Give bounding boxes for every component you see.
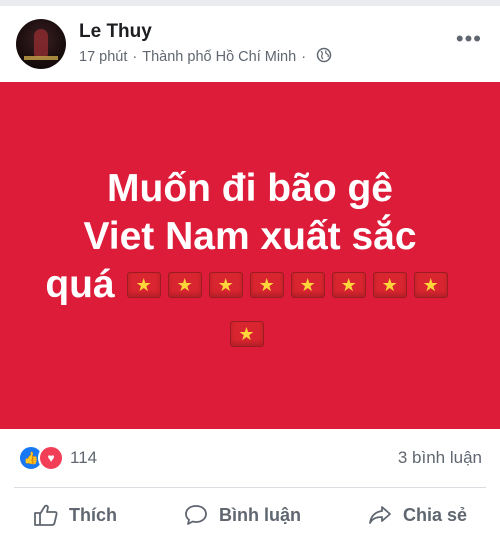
avatar-sign xyxy=(24,56,58,60)
action-bar: Thích Bình luận Chia sẻ xyxy=(0,488,500,542)
vietnam-flag-icon: ★ xyxy=(372,271,407,298)
reaction-summary[interactable]: 👍 ♥ 114 xyxy=(18,445,97,471)
share-button[interactable]: Chia sẻ xyxy=(367,503,467,527)
love-reaction-icon: ♥ xyxy=(38,445,64,471)
vietnam-flag-icon: ★ xyxy=(208,271,243,298)
post-subtitle: 17 phút · Thành phố Hồ Chí Minh · xyxy=(79,47,332,67)
vietnam-flag-icon: ★ xyxy=(126,271,161,298)
avatar-figure xyxy=(34,29,48,57)
comment-count-link[interactable]: 3 bình luận xyxy=(398,448,482,468)
vietnam-flag-icon: ★ xyxy=(413,271,448,298)
banner-line-2: Viet Nam xuất sắc xyxy=(83,214,417,258)
globe-icon xyxy=(316,47,332,67)
avatar[interactable] xyxy=(16,19,66,69)
post-header: Le Thuy 17 phút · Thành phố Hồ Chí Minh … xyxy=(0,6,500,82)
vietnam-flag-icon: ★ xyxy=(290,271,325,298)
share-icon xyxy=(369,506,391,524)
post-banner: Muốn đi bão gê Viet Nam xuất sắc quá ★ ★… xyxy=(0,82,500,429)
post-location[interactable]: Thành phố Hồ Chí Minh xyxy=(142,49,296,65)
comment-label: Bình luận xyxy=(218,504,301,525)
vietnam-flag-icon: ★ xyxy=(331,271,366,298)
vietnam-flag-icon: ★ xyxy=(249,271,284,298)
reaction-bar: 👍 ♥ 114 3 bình luận xyxy=(0,429,500,487)
more-options-icon[interactable]: ••• xyxy=(456,28,482,50)
post-meta: Le Thuy 17 phút · Thành phố Hồ Chí Minh … xyxy=(79,21,332,67)
author-name[interactable]: Le Thuy xyxy=(79,21,332,43)
separator-dot-2: · xyxy=(301,49,307,65)
banner-line-3: quá ★ ★ ★ ★ ★ ★ ★ ★ xyxy=(45,261,454,309)
thumbs-up-icon xyxy=(34,504,58,526)
banner-line-4: ★ xyxy=(229,320,271,347)
separator-dot: · xyxy=(132,49,138,65)
banner-line-1: Muốn đi bão gê xyxy=(107,166,393,210)
share-label: Chia sẻ xyxy=(402,504,467,525)
like-button[interactable]: Thích xyxy=(33,503,117,527)
vietnam-flag-icon: ★ xyxy=(167,271,202,298)
banner-word: quá xyxy=(45,262,115,306)
reaction-count: 114 xyxy=(70,448,98,467)
vietnam-flag-icon: ★ xyxy=(229,320,264,347)
comment-icon xyxy=(185,505,207,525)
post-time[interactable]: 17 phút xyxy=(79,49,127,65)
comment-button[interactable]: Bình luận xyxy=(183,503,301,527)
like-label: Thích xyxy=(68,504,117,525)
